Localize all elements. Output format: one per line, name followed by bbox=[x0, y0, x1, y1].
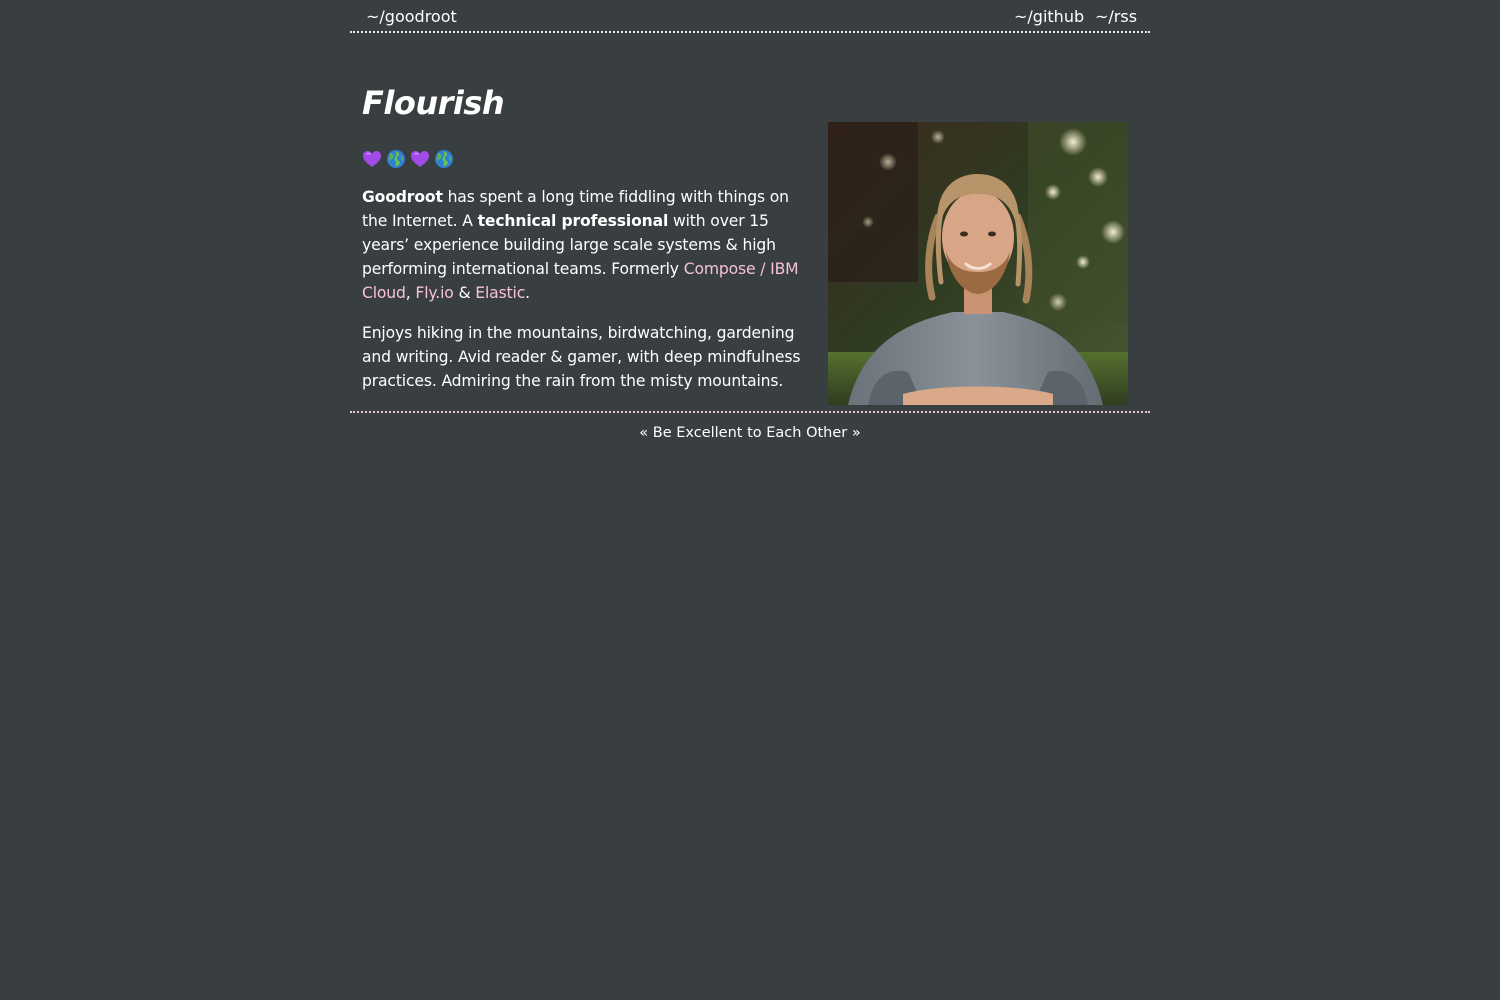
github-link[interactable]: ~/github bbox=[1014, 8, 1084, 26]
page-title: Flourish bbox=[362, 84, 505, 122]
globe-icon bbox=[435, 150, 453, 168]
bio-paragraph: Goodroot has spent a long time fiddling … bbox=[362, 185, 807, 305]
purple-heart-icon bbox=[411, 151, 429, 167]
hobbies-paragraph: Enjoys hiking in the mountains, birdwatc… bbox=[362, 324, 801, 390]
profile-photo-image bbox=[828, 122, 1128, 405]
page-wrapper: ~/goodroot ~/github ~/rss Flourish Goodr… bbox=[350, 0, 1150, 441]
bio-end: . bbox=[525, 284, 530, 302]
bio-sep-1: , bbox=[405, 284, 416, 302]
main-content: Flourish Goodroot has spent a long time … bbox=[350, 33, 1150, 411]
intro-column: Flourish Goodroot has spent a long time … bbox=[362, 83, 807, 393]
bio-name: Goodroot bbox=[362, 188, 443, 206]
top-nav: ~/goodroot ~/github ~/rss bbox=[350, 0, 1150, 33]
footer-divider bbox=[350, 411, 1150, 413]
home-link[interactable]: ~/goodroot bbox=[366, 8, 457, 26]
bio-sep-2: & bbox=[453, 284, 476, 302]
bio-emphasis: technical professional bbox=[477, 212, 669, 230]
elastic-link[interactable]: Elastic bbox=[475, 284, 525, 302]
purple-heart-icon bbox=[363, 151, 381, 167]
rss-link[interactable]: ~/rss bbox=[1095, 8, 1137, 26]
emoji-row bbox=[362, 147, 807, 171]
profile-photo bbox=[828, 122, 1128, 405]
globe-icon bbox=[387, 150, 405, 168]
footer-motto: « Be Excellent to Each Other » bbox=[639, 425, 861, 441]
flyio-link[interactable]: Fly.io bbox=[415, 284, 453, 302]
